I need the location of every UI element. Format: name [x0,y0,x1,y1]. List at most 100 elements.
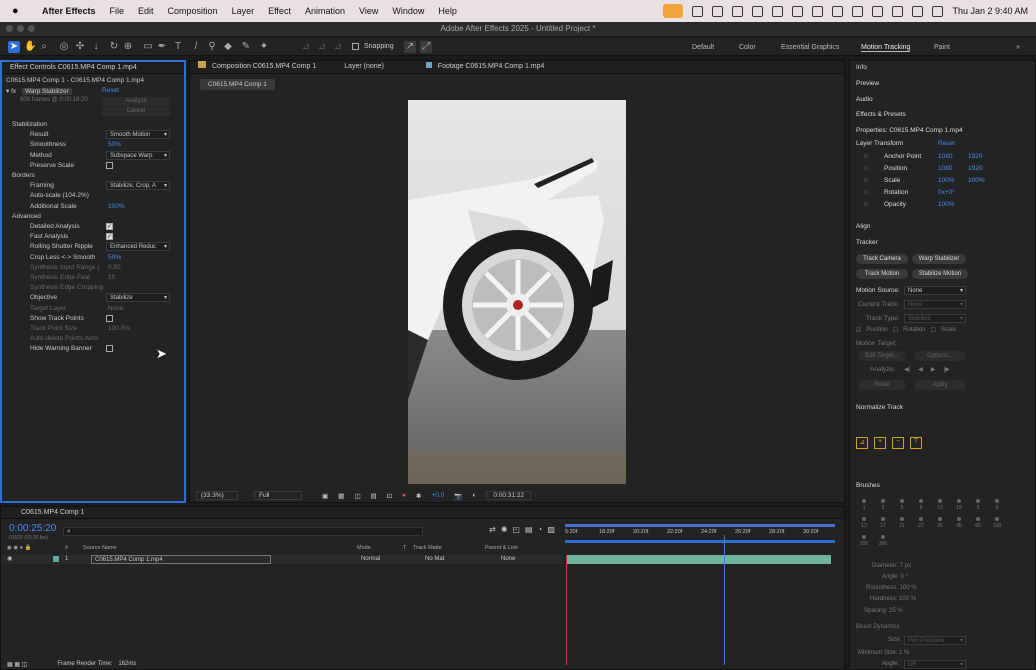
effect-row[interactable]: Framing Stabilize, Crop, A [2,181,184,191]
effect-row-dropdown[interactable]: Stabilize [106,293,170,303]
effect-row-dropdown[interactable]: Stabilize, Crop, A [106,181,170,191]
resolution-dropdown[interactable]: Full [254,491,302,500]
effect-row-checkbox[interactable] [106,345,113,353]
angle-label[interactable]: Angle: 0 ° [882,574,908,580]
track-motion-button[interactable]: Track Motion [856,269,908,279]
footage-tab[interactable]: Footage C0615.MP4 Comp 1.mp4 [438,63,545,70]
cloud-icon[interactable] [732,5,744,17]
roto-tool-icon[interactable]: ✎ [240,41,252,53]
brush-tip-size[interactable]: 19 [951,505,967,511]
mask-icon[interactable]: ◫ [354,492,360,500]
effect-row[interactable]: Synthesis Input Range (0.50 [2,263,184,273]
effect-row[interactable]: Result Smooth Motion [2,130,184,140]
playhead[interactable] [724,535,725,665]
clone-tool-icon[interactable]: ⚲ [206,41,218,53]
timeline-search-input[interactable]: ⌕ [63,527,423,536]
normalize-icon-2[interactable]: + [874,437,886,449]
time-ruler[interactable]: 5:20f 18:20f 20:20f 22:20f 24:20f 26:20f 28:20… [565,529,835,539]
effect-row[interactable]: Show Track Points [2,314,184,324]
eraser-tool-icon[interactable]: ◆ [222,41,234,53]
timeline-tab[interactable]: C0615.MP4 Comp 1 [1,507,844,519]
warp-stabilizer-button[interactable]: Warp Stabilizer [912,254,966,264]
brush-tip-size[interactable]: 5 [894,505,910,511]
clock-icon[interactable] [832,5,844,17]
apple-icon[interactable]: ● [12,5,22,17]
region-icon[interactable]: ▣ [322,492,328,500]
effect-row-value[interactable]: 50% [108,253,121,263]
effect-row[interactable]: Auto-scale (104.2%) [2,191,184,201]
zoom-dropdown[interactable]: (33.3%) [196,491,238,500]
motion-blur-icon[interactable]: ◔ [538,525,543,534]
current-track-dropdown[interactable]: None [904,300,966,309]
effect-row[interactable]: Additional Scale 100% [2,202,184,212]
brush-tip-size[interactable]: 9 [913,505,929,511]
axis-local-icon[interactable]: ⊿ [300,41,312,53]
effect-row[interactable]: Synthesis Edge Feat 10 [2,273,184,283]
brush-tip-size[interactable]: 35 [932,523,948,529]
motion-source-dropdown[interactable]: None [904,286,966,295]
effect-row[interactable]: Crop Less <-> Smooth 50% [2,253,184,263]
brush-tip-size[interactable]: 5 [970,505,986,511]
transform-prop-value[interactable]: 1920 [968,153,982,160]
effect-row-value[interactable]: 100.0% [108,324,130,334]
keyboard-icon[interactable] [772,5,784,17]
zoom-window-button[interactable] [28,25,35,32]
position-checkbox[interactable]: ☑ [856,327,861,334]
effect-row[interactable]: Target Layer None [2,304,184,314]
effect-row[interactable]: Auto-delete Points Acro [2,334,184,344]
frame-blend-icon[interactable]: ▤ [525,525,533,534]
workspace-paint[interactable]: Paint [934,44,950,51]
track-matte-dropdown[interactable]: No Mat [425,555,444,564]
brush-tip-size[interactable]: 200 [856,541,872,547]
comp-flow-icon[interactable]: ⇄ [489,525,496,534]
selection-tool-icon[interactable]: ➤ [8,41,20,53]
brush-tip-size[interactable]: 13 [932,505,948,511]
stabilize-motion-button[interactable]: Stabilize Motion [912,269,968,279]
track-type-dropdown[interactable]: Stabilize [904,314,966,323]
exposure-icon[interactable]: ✱ [416,492,421,500]
moon-icon[interactable] [812,5,824,17]
effect-row[interactable]: Detailed Analysis [2,222,184,232]
comp-breadcrumb-button[interactable]: C0615.MP4 Comp 1 [200,79,275,90]
exposure-value[interactable]: +0.0 [431,492,444,499]
close-window-button[interactable] [6,25,13,32]
effect-row[interactable]: Fast Analysis [2,232,184,242]
effect-row-checkbox[interactable] [106,232,113,242]
effect-name[interactable]: Warp Stabilizer [21,88,72,95]
effect-row[interactable]: Objective Stabilize [2,293,184,303]
search-icon[interactable] [892,5,904,17]
effect-row[interactable]: Rolling Shutter Ripple Enhanced Reduc [2,242,184,252]
type-tool-icon[interactable]: T [172,41,184,53]
effect-row[interactable]: Borders [2,171,184,181]
transform-prop-value[interactable]: 100% [938,201,955,208]
analyze-back-all-icon[interactable]: ◀| [904,366,910,373]
analyze-button[interactable]: Analyze [102,97,170,106]
diameter-label[interactable]: Diameter: 7 px [872,563,911,569]
scale-checkbox[interactable]: ☐ [931,327,936,334]
normalize-icon-4[interactable]: ? [910,437,922,449]
rotate-tool-icon[interactable]: ↻ [108,41,120,53]
minimize-window-button[interactable] [17,25,24,32]
brush-tip-size[interactable]: 9 [989,505,1005,511]
layer-tab[interactable]: Layer (none) [344,63,384,70]
graph-editor-icon[interactable]: ▧ [547,525,555,534]
draft-3d-icon[interactable]: ✺ [501,525,508,534]
composition-viewer[interactable] [408,100,626,484]
parent-dropdown[interactable]: None [501,555,515,564]
mode-dropdown[interactable]: Normal [361,555,380,564]
battery-icon[interactable] [852,5,864,17]
spacing-label[interactable]: Spacing: 25 % [864,608,903,614]
channel-icon[interactable]: ● [402,492,406,499]
snap-edges-icon[interactable]: ↗ [404,41,416,53]
layer-row[interactable]: ◉ 1 C0615.MP4 Comp 1.mp4 Normal No Mat N… [1,555,563,564]
more-workspaces-icon[interactable]: » [1016,44,1020,51]
info-panel-tab[interactable]: Info [856,64,867,71]
transform-reset-link[interactable]: Reset [938,140,955,147]
effect-row-checkbox[interactable] [106,222,113,232]
anchor-tool-icon[interactable]: ⊕ [122,41,134,53]
workspace-color[interactable]: Color [739,44,756,51]
align-panel-tab[interactable]: Align [856,223,870,230]
effect-row-value[interactable]: 10 [108,273,115,283]
effect-row-dropdown[interactable]: Subspace Warp [106,150,170,160]
dolly-tool-icon[interactable]: ↓ [90,41,102,53]
